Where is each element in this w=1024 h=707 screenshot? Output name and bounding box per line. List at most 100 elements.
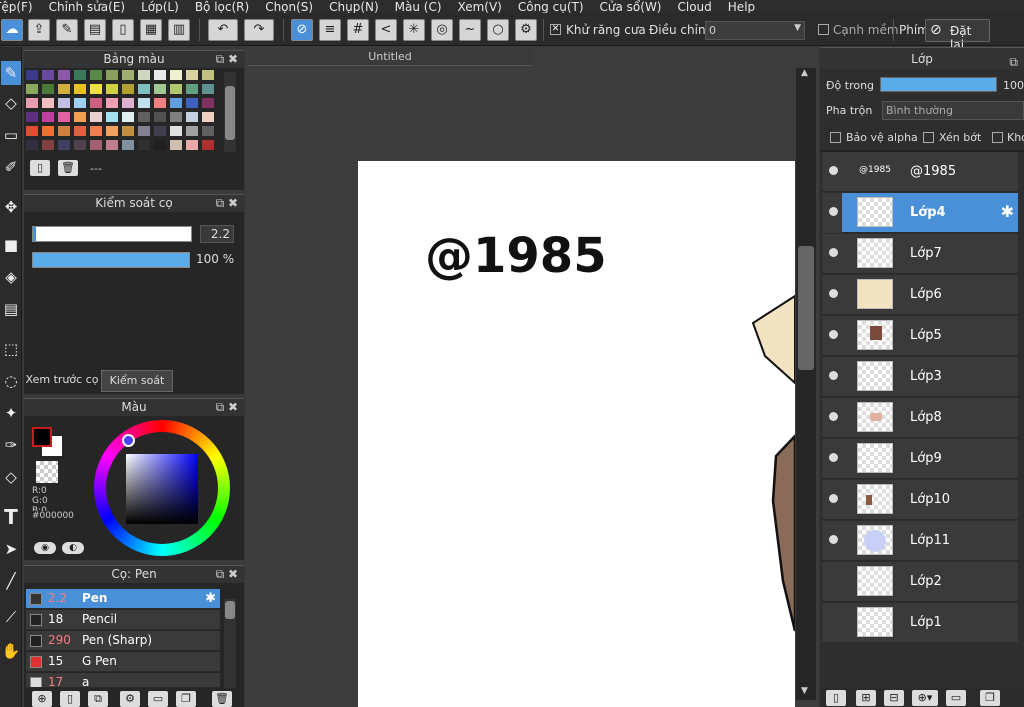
popout-close-icon[interactable]: ⧉ ✖ [216,566,238,583]
palette-swatch[interactable] [138,140,150,150]
eye-icon[interactable] [829,330,838,339]
palette-swatch[interactable] [106,140,118,150]
palette-swatch[interactable] [170,84,182,94]
eye-icon[interactable] [829,289,838,298]
eyedropper-tool-icon[interactable]: ⟋ [1,605,21,629]
palette-swatch[interactable] [154,98,166,108]
menu-tools[interactable]: Công cụ(T) [510,1,592,13]
popout-close-icon[interactable]: ⧉ ✖ [216,51,238,68]
eye-icon[interactable] [829,248,838,257]
brush-item[interactable]: 17 a [26,673,220,688]
palette-swatch[interactable] [58,84,70,94]
snap-ellipse-icon[interactable]: ○ [487,19,509,41]
palette-swatch[interactable] [154,112,166,122]
palette-swatch[interactable] [74,140,86,150]
palette-swatch[interactable] [138,98,150,108]
palette-swatch[interactable] [58,126,70,136]
saturation-value-square[interactable] [126,454,198,524]
palette-swatch[interactable] [202,112,214,122]
tab-brush-control[interactable]: Kiểm soát cọ [101,370,173,407]
palette-swatch[interactable] [42,98,54,108]
palette-swatch[interactable] [74,84,86,94]
palette-swatch[interactable] [90,70,102,80]
transparent-color-swatch[interactable] [36,461,58,483]
brush-item[interactable]: 290 Pen (Sharp) [26,631,220,651]
palette-swatch[interactable] [138,84,150,94]
palette-swatch[interactable] [26,126,38,136]
fill-rect-tool-icon[interactable]: ■ [1,233,21,257]
document-tab[interactable]: Untitled [248,48,532,66]
copy-brush-icon[interactable]: ⧉ [88,691,108,707]
palette-swatch[interactable] [202,70,214,80]
gear-icon[interactable]: ✱ [1001,202,1014,221]
eye-icon[interactable] [829,412,838,421]
blend-mode-select[interactable]: Bình thường [882,101,1024,120]
eye-icon[interactable] [829,166,838,175]
eye-icon[interactable] [829,371,838,380]
eye-icon[interactable] [829,453,838,462]
color-history-icon[interactable]: ◐ [62,542,84,554]
layer-row[interactable]: Lớp11 [822,521,1018,561]
new-layer-icon[interactable]: ▯ [826,690,846,706]
comment-icon[interactable]: ✎ [56,19,78,41]
page-icon[interactable]: ▯ [112,19,134,41]
palette-scroll-thumb[interactable] [225,86,235,140]
palette-swatch[interactable] [154,140,166,150]
layer-row[interactable]: Lớp4 ✱ [842,193,1018,233]
palette-scrollbar[interactable] [224,72,236,152]
clipping-checkbox[interactable] [923,132,934,143]
eye-icon[interactable] [829,494,838,503]
rectangle-tool-icon[interactable]: ▭ [1,123,21,147]
palette-swatch[interactable] [170,126,182,136]
duplicate-icon[interactable]: ❐ [980,690,1000,706]
palette-swatch[interactable] [42,84,54,94]
snap-parallel-icon[interactable]: ≡ [319,19,341,41]
antialias-checkbox[interactable]: ✕ [550,24,561,35]
brush-list-scrollbar[interactable] [224,599,236,688]
trash-icon[interactable]: 🗑 [212,691,232,707]
palette-swatch[interactable] [106,84,118,94]
palette-swatch[interactable] [106,98,118,108]
palette-swatch[interactable] [106,112,118,122]
scroll-up-icon[interactable]: ▲ [801,68,808,78]
brush-opacity-slider[interactable] [32,252,190,268]
palette-swatch[interactable] [58,70,70,80]
palette-swatch[interactable] [154,84,166,94]
palette-swatch[interactable] [26,112,38,122]
folder-icon[interactable]: ▭ [148,691,168,707]
palette-swatch[interactable] [90,140,102,150]
pen-tool-icon[interactable]: ✐ [1,155,21,179]
popout-close-icon[interactable]: ⧉ ✖ [216,399,238,416]
palette-swatch[interactable] [138,70,150,80]
reset-button[interactable]: ⊘ Đặt lại [925,19,990,52]
cloud-save-icon[interactable]: ☁ [1,19,23,41]
operation-tool-icon[interactable]: ➤ [1,537,21,561]
tab-brush-preview[interactable]: Xem trước cọ [24,370,100,392]
scroll-thumb[interactable] [798,246,814,370]
palette-swatch[interactable] [170,112,182,122]
layer-row[interactable]: Lớp5 [822,316,1018,356]
palette-swatch[interactable] [74,98,86,108]
palette-swatch[interactable] [74,126,86,136]
palette-swatch[interactable] [170,140,182,150]
menu-help[interactable]: Help [720,1,763,13]
palette-swatch[interactable] [90,98,102,108]
undo-icon[interactable]: ↶ [208,19,238,41]
menu-window[interactable]: Cửa sổ(W) [592,1,670,13]
palette-swatch[interactable] [202,84,214,94]
layer-row[interactable]: Lớp8 [822,398,1018,438]
menu-select[interactable]: Chọn(S) [257,1,321,13]
layer-row[interactable]: Lớp10 [822,480,1018,520]
layer-row[interactable]: Lớp2 [822,562,1018,602]
palette-swatch[interactable] [138,112,150,122]
brush-size-slider[interactable] [32,226,192,242]
palette-swatch[interactable] [170,98,182,108]
menu-edit[interactable]: Chỉnh sửa(E) [41,1,134,13]
palette-swatch[interactable] [186,84,198,94]
text-tool-icon[interactable]: T [1,505,21,529]
palette-swatch[interactable] [58,98,70,108]
palette-swatch[interactable] [186,98,198,108]
palette-swatch[interactable] [122,140,134,150]
new-layer-menu-icon[interactable]: ⊕▾ [912,690,938,706]
palette-swatch[interactable] [26,70,38,80]
